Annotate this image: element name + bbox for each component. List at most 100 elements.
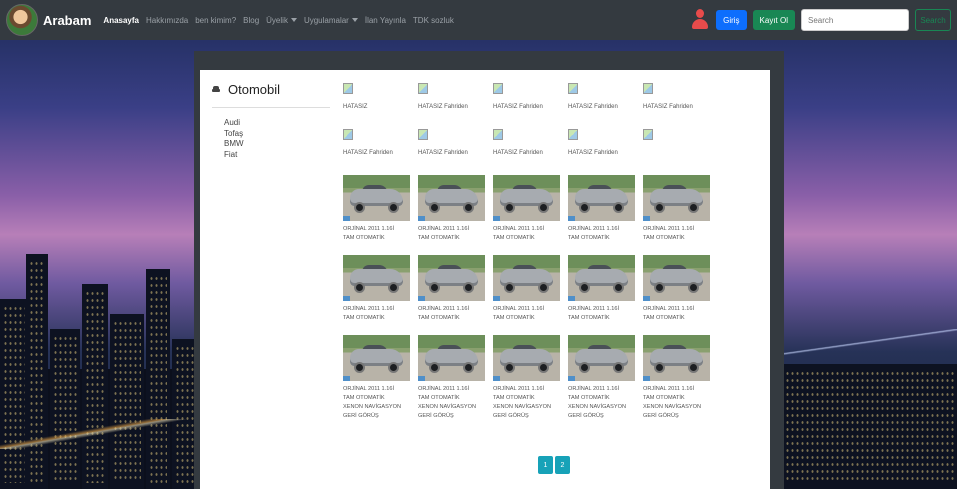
- car-card[interactable]: ORJİNAL 2011 1.16İ TAM OTOMATİK: [643, 175, 718, 255]
- car-card[interactable]: ORJİNAL 2011 1.16İ TAM OTOMATİK XENON NAVİ…: [343, 335, 418, 437]
- car-card[interactable]: ORJİNAL 2011 1.16İ TAM OTOMATİK XENON NAVİ…: [568, 335, 643, 437]
- car-thumbnail: [343, 335, 410, 381]
- car-card[interactable]: ORJİNAL 2011 1.16İ TAM OTOMATİK: [493, 175, 568, 255]
- car-thumbnail: [493, 175, 560, 221]
- car-card[interactable]: ORJİNAL 2011 1.16İ TAM OTOMATİK: [568, 255, 643, 335]
- listing-card[interactable]: HATASIZ Fahriden: [643, 83, 718, 129]
- car-card[interactable]: ORJİNAL 2011 1.16İ TAM OTOMATİK XENON NAVİ…: [493, 335, 568, 437]
- bridge-lights: [772, 329, 957, 359]
- nav-link-ben-kimim[interactable]: ben kimim?: [195, 16, 236, 25]
- brand-item-fiat[interactable]: Fiat: [224, 150, 330, 161]
- city-skyline-left: [0, 249, 200, 489]
- car-caption: ORJİNAL 2011 1.16İ TAM OTOMATİK: [568, 306, 619, 321]
- content-panel: Otomobil Audi Tofaş BMW Fiat HATASIZ HAT…: [200, 70, 770, 489]
- car-thumbnail: [343, 175, 410, 221]
- chevron-down-icon: [351, 18, 358, 23]
- car-card[interactable]: ORJİNAL 2011 1.16İ TAM OTOMATİK: [418, 255, 493, 335]
- car-card[interactable]: ORJİNAL 2011 1.16İ TAM OTOMATİK: [493, 255, 568, 335]
- page-button-1[interactable]: 1: [538, 456, 553, 474]
- category-title: Otomobil: [212, 82, 330, 108]
- car-card[interactable]: ORJİNAL 2011 1.16İ TAM OTOMATİK: [343, 255, 418, 335]
- navbar-brand[interactable]: Arabam: [43, 13, 91, 28]
- listing-card[interactable]: HATASIZ Fahriden: [418, 83, 493, 129]
- brand-item-tofas[interactable]: Tofaş: [224, 129, 330, 140]
- car-thumbnail: [568, 255, 635, 301]
- car-caption: ORJİNAL 2011 1.16İ TAM OTOMATİK: [343, 306, 394, 321]
- login-button[interactable]: Giriş: [716, 10, 747, 30]
- listing-card[interactable]: HATASIZ Fahriden: [493, 129, 568, 175]
- city-skyline-right: [772, 249, 957, 489]
- car-caption: ORJİNAL 2011 1.16İ TAM OTOMATİK XENON NAVİ…: [418, 386, 477, 419]
- car-card[interactable]: ORJİNAL 2011 1.16İ TAM OTOMATİK: [568, 175, 643, 255]
- avatar[interactable]: [6, 4, 38, 36]
- listing-card[interactable]: HATASIZ: [343, 83, 418, 129]
- car-caption: ORJİNAL 2011 1.16İ TAM OTOMATİK: [493, 306, 544, 321]
- broken-listing-row: HATASIZ Fahriden HATASIZ Fahriden HATASI…: [343, 129, 728, 175]
- nav-dropdown-uyelik[interactable]: Üyelik: [266, 16, 297, 25]
- car-card[interactable]: ORJİNAL 2011 1.16İ TAM OTOMATİK XENON NAVİ…: [418, 335, 493, 437]
- nav-link-blog[interactable]: Blog: [243, 16, 259, 25]
- pagination: 1 2: [538, 456, 570, 474]
- car-caption: ORJİNAL 2011 1.16İ TAM OTOMATİK: [643, 306, 694, 321]
- listing-card[interactable]: HATASIZ Fahriden: [568, 129, 643, 175]
- car-thumbnail: [643, 175, 710, 221]
- nav-dropdown-uygulamalar-label: Uygulamalar: [303, 15, 349, 25]
- listing-caption: HATASIZ: [343, 104, 368, 110]
- broken-image-icon: [493, 83, 503, 94]
- car-thumbnail: [643, 335, 710, 381]
- car-listing-row: ORJİNAL 2011 1.16İ TAM OTOMATİK XENON NAVİ…: [343, 335, 728, 437]
- car-caption: ORJİNAL 2011 1.16İ TAM OTOMATİK: [568, 226, 619, 241]
- car-icon: [212, 86, 220, 93]
- navbar: Arabam Anasayfa Hakkımızda ben kimim? Bl…: [0, 0, 957, 40]
- nav-dropdown-uyelik-label: Üyelik: [266, 15, 288, 25]
- listing-caption: HATASIZ Fahriden: [493, 104, 543, 110]
- category-title-label: Otomobil: [228, 82, 281, 97]
- page-button-2[interactable]: 2: [555, 456, 570, 474]
- listing-caption: HATASIZ Fahriden: [568, 104, 618, 110]
- car-card[interactable]: ORJİNAL 2011 1.16İ TAM OTOMATİK: [643, 255, 718, 335]
- car-thumbnail: [643, 255, 710, 301]
- car-listing-row: ORJİNAL 2011 1.16İ TAM OTOMATİK ORJİNAL 2…: [343, 175, 728, 255]
- broken-image-icon: [418, 129, 428, 140]
- car-card[interactable]: ORJİNAL 2011 1.16İ TAM OTOMATİK XENON NAVİ…: [643, 335, 718, 437]
- search-button[interactable]: Search: [915, 9, 951, 31]
- nav-dropdown-uygulamalar[interactable]: Uygulamalar: [304, 16, 358, 25]
- car-thumbnail: [493, 335, 560, 381]
- listing-caption: HATASIZ Fahriden: [493, 150, 543, 156]
- nav-link-tdk-sozluk[interactable]: TDK sozluk: [413, 16, 454, 25]
- car-thumbnail: [568, 175, 635, 221]
- listing-card[interactable]: HATASIZ Fahriden: [343, 129, 418, 175]
- listing-card[interactable]: [643, 129, 718, 175]
- car-thumbnail: [343, 255, 410, 301]
- nav-link-anasayfa[interactable]: Anasayfa: [103, 16, 139, 25]
- brand-item-audi[interactable]: Audi: [224, 118, 330, 129]
- car-caption: ORJİNAL 2011 1.16İ TAM OTOMATİK XENON NAVİ…: [343, 386, 402, 419]
- car-thumbnail: [493, 255, 560, 301]
- nav-links: Anasayfa Hakkımızda ben kimim? Blog Üyel…: [103, 16, 453, 25]
- brand-list: Audi Tofaş BMW Fiat: [224, 118, 330, 160]
- car-caption: ORJİNAL 2011 1.16İ TAM OTOMATİK: [418, 226, 469, 241]
- car-listing-row: ORJİNAL 2011 1.16İ TAM OTOMATİK ORJİNAL 2…: [343, 255, 728, 335]
- car-card[interactable]: ORJİNAL 2011 1.16İ TAM OTOMATİK: [343, 175, 418, 255]
- broken-image-icon: [418, 83, 428, 94]
- brand-item-bmw[interactable]: BMW: [224, 139, 330, 150]
- broken-image-icon: [568, 83, 578, 94]
- broken-image-icon: [493, 129, 503, 140]
- user-icon[interactable]: [692, 9, 709, 31]
- broken-image-icon: [343, 83, 353, 94]
- search-input[interactable]: [801, 9, 909, 31]
- nav-link-hakkimizda[interactable]: Hakkımızda: [146, 16, 188, 25]
- listing-caption: HATASIZ Fahriden: [343, 150, 393, 156]
- listing-card[interactable]: HATASIZ Fahriden: [418, 129, 493, 175]
- listing-card[interactable]: HATASIZ Fahriden: [568, 83, 643, 129]
- car-caption: ORJİNAL 2011 1.16İ TAM OTOMATİK: [343, 226, 394, 241]
- register-button[interactable]: Kayıt Ol: [752, 10, 795, 30]
- listing-caption: HATASIZ Fahriden: [418, 150, 468, 156]
- chevron-down-icon: [290, 18, 297, 23]
- listing-caption: HATASIZ Fahriden: [643, 104, 693, 110]
- car-caption: ORJİNAL 2011 1.16İ TAM OTOMATİK XENON NAVİ…: [493, 386, 552, 419]
- listing-card[interactable]: HATASIZ Fahriden: [493, 83, 568, 129]
- nav-link-ilan-yayinla[interactable]: İlan Yayınla: [365, 16, 406, 25]
- car-card[interactable]: ORJİNAL 2011 1.16İ TAM OTOMATİK: [418, 175, 493, 255]
- car-caption: ORJİNAL 2011 1.16İ TAM OTOMATİK: [493, 226, 544, 241]
